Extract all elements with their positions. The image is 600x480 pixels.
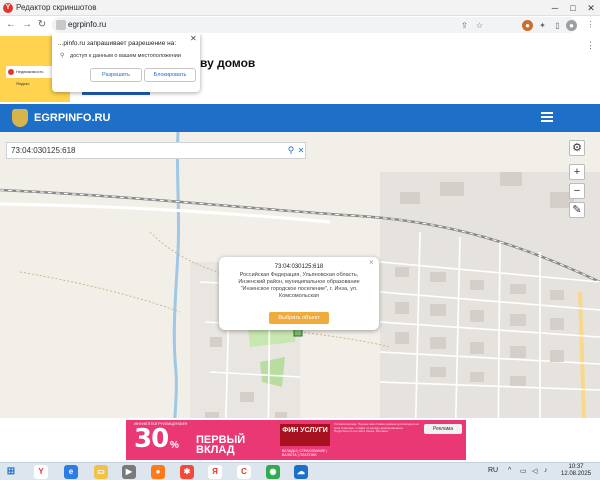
extensions-puzzle-icon[interactable]: ✦ (537, 20, 548, 31)
popup-address-line: Российская Федерация, Ульяновская област… (239, 272, 359, 278)
clear-search-icon[interactable]: ✕ (297, 144, 305, 157)
tray-chevron-icon[interactable]: ^ (508, 467, 511, 474)
search-icon[interactable]: ⚲ (286, 144, 296, 157)
select-object-button[interactable]: Выбрать объект (269, 312, 329, 324)
window-title: Редактор скриншотов (16, 3, 97, 12)
site-info-icon[interactable] (56, 20, 66, 30)
ad-small-print: Условия вклада. Процентная ставка указан… (334, 422, 419, 433)
extension-icon[interactable]: ● (522, 20, 533, 31)
page: Недвижимость Яндекс ву домов ⋮ ...pinfo.… (0, 34, 600, 462)
zoom-in-button[interactable]: + (569, 164, 585, 180)
input-language[interactable]: RU (488, 467, 498, 474)
ad-subline: ВКЛАДЫ | СТРАХОВАНИЕ | ВАЛЮТА | ПЛАТЕЖИ (282, 449, 328, 457)
close-window-icon[interactable]: ✕ (582, 0, 600, 16)
cadastral-search-input[interactable] (11, 144, 281, 157)
minimize-icon[interactable]: ─ (546, 0, 564, 16)
permission-close-icon[interactable]: ✕ (190, 34, 197, 43)
zoom-out-button[interactable]: − (569, 183, 585, 199)
back-icon[interactable]: ← (4, 18, 18, 32)
forward-icon[interactable]: → (20, 18, 34, 32)
popup-address: Российская Федерация, Ульяновская област… (227, 272, 371, 300)
permission-item: доступ к данным о вашем местоположении (70, 53, 181, 59)
window-titlebar: Y Редактор скриншотов ─ □ ✕ (0, 0, 600, 16)
ad-headline: ПЕРВЫЙ ВКЛАД (196, 434, 246, 456)
track-line (299, 331, 391, 348)
profile-icon[interactable]: ● (566, 20, 577, 31)
bottom-ad-banner[interactable]: ИНН/КПП/ОГРН/ЛИЦЕНЗИЯ 30 % ПЕРВЫЙ ВКЛАД … (126, 420, 466, 460)
ad-logo-icon (8, 69, 14, 75)
taskbar: ⊞ Y e ▭ ▶ ● ✱ Я C ◉ ☁ RU ^ ▭ ◁ ♪ 10:37 1… (0, 462, 600, 480)
browser-menu-icon[interactable]: ⋮ (585, 19, 596, 30)
gear-icon[interactable]: ⚙ (569, 140, 585, 156)
cadastral-search[interactable]: ⚲ ✕ (6, 142, 306, 159)
cloud-app-icon[interactable]: ☁ (294, 465, 308, 479)
page-menu-icon[interactable]: ⋮ (586, 40, 595, 51)
media-player-icon[interactable]: ▶ (122, 465, 136, 479)
permission-title: ...pinfo.ru запрашивает разрешение на: (58, 40, 177, 47)
popup-cadastral-number: 73:04:030125:618 (274, 264, 324, 270)
taskbar-clock[interactable]: 10:37 12.08.2025 (556, 464, 596, 478)
popup-address-line: Инзенский район, муниципальное образован… (238, 279, 360, 285)
volume-icon[interactable]: ◁ (532, 467, 537, 475)
ad-percent-sign: % (170, 440, 179, 451)
river-line (172, 132, 181, 452)
reload-icon[interactable]: ↻ (35, 18, 49, 32)
block-button[interactable]: Блокировать (144, 68, 196, 82)
track-line (19, 271, 181, 313)
urban-area (380, 172, 600, 452)
clock-date: 12.08.2025 (560, 471, 592, 477)
popup-address-line: Комсомольская (278, 293, 320, 299)
ad-brand: ФИН УСЛУГИ (280, 424, 330, 446)
road-line (0, 202, 331, 224)
site-emblem-icon[interactable] (12, 109, 28, 127)
map[interactable]: ⚲ ✕ ⚙ + − ✎ × 73:04:030125:618 Российска… (0, 132, 600, 452)
bookmark-icon[interactable]: ☆ (474, 20, 485, 31)
ad-button-strip[interactable] (82, 92, 150, 95)
maximize-icon[interactable]: □ (564, 0, 582, 16)
c-app-icon[interactable]: C (237, 465, 251, 479)
browser-toolbar: ← → ↻ egrpinfo.ru ⇪ ☆ ● ✦ ▯ ● ⋮ (0, 16, 600, 34)
clock-time: 10:37 (568, 464, 584, 470)
site-logo[interactable]: EGRPINFO.RU (34, 112, 110, 124)
yandex-browser-icon[interactable]: Y (34, 465, 48, 479)
screen: Y Редактор скриншотов ─ □ ✕ ← → ↻ egrpin… (0, 0, 600, 480)
firefox-icon[interactable]: ● (151, 465, 165, 479)
url-text[interactable]: egrpinfo.ru (68, 20, 106, 29)
ad-heading[interactable]: ву домов (200, 56, 255, 70)
windows-start-icon[interactable]: ⊞ (4, 465, 18, 479)
ad-percent: 30 (134, 424, 169, 454)
site-header: EGRPINFO.RU (0, 104, 600, 132)
allow-button[interactable]: Разрешить (90, 68, 142, 82)
share-icon[interactable]: ⇪ (459, 20, 470, 31)
parcel-popup: × 73:04:030125:618 Российская Федерация,… (219, 257, 379, 330)
yandex-icon[interactable]: Я (208, 465, 222, 479)
network-icon[interactable]: ▭ (520, 467, 527, 475)
popup-address-line: "Инзенское городское поселение", г. Инза… (240, 286, 358, 292)
file-explorer-icon[interactable]: ▭ (94, 465, 108, 479)
sound-icon[interactable]: ♪ (544, 467, 548, 474)
address-bar[interactable]: egrpinfo.ru ⇪ ☆ ● ✦ ▯ ● (52, 17, 577, 33)
ad-label-button[interactable]: Реклама (424, 424, 462, 434)
ruler-icon[interactable]: ✎ (569, 202, 585, 218)
permission-popup: ...pinfo.ru запрашивает разрешение на: ✕… (52, 34, 200, 92)
split-view-icon[interactable]: ▯ (552, 20, 563, 31)
chrome-icon[interactable]: ◉ (266, 465, 280, 479)
hamburger-menu-icon[interactable] (541, 112, 553, 122)
dots-app-icon[interactable]: ✱ (180, 465, 194, 479)
edge-icon[interactable]: e (64, 465, 78, 479)
app-icon: Y (3, 3, 13, 13)
location-pin-icon: ⚲ (60, 53, 65, 59)
